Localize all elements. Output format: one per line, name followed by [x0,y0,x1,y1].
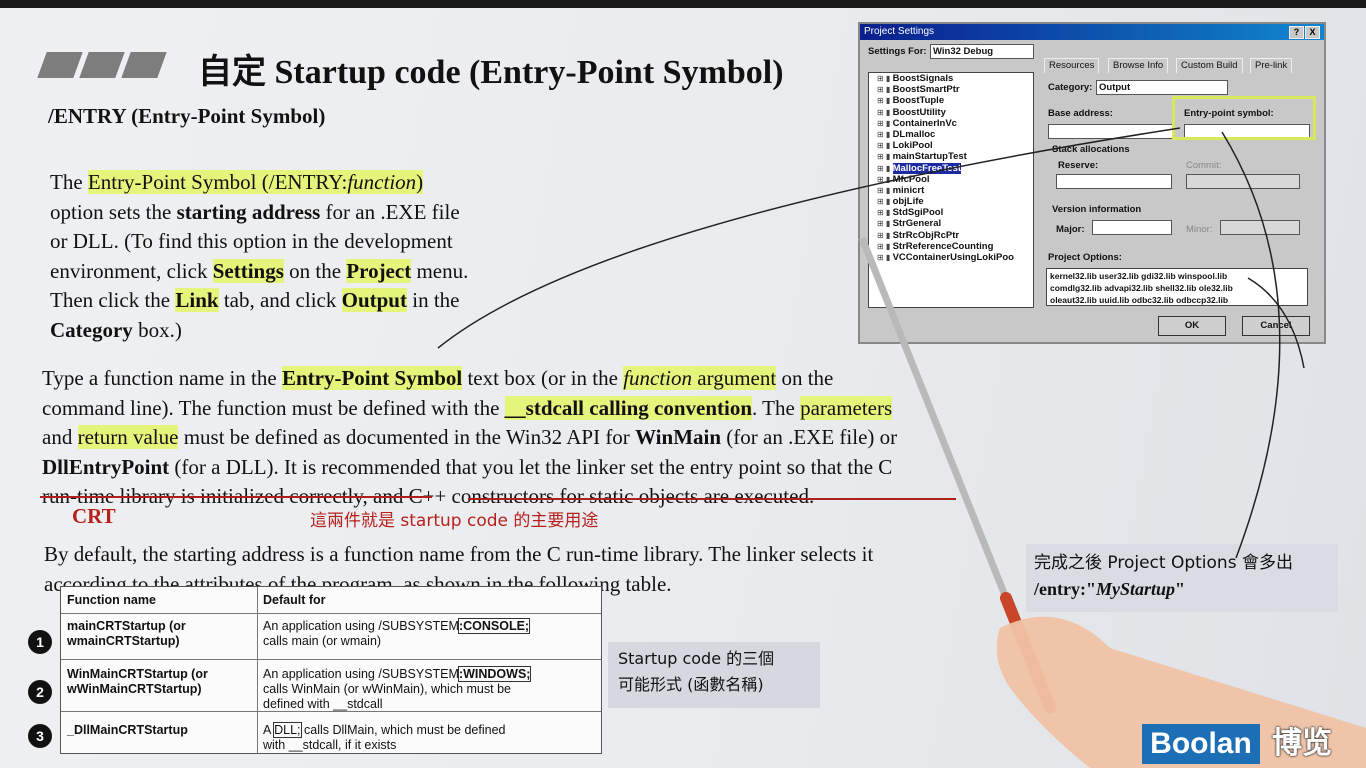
minor-input[interactable] [1220,220,1300,235]
tree-item[interactable]: MfcPool [869,174,1033,185]
tree-item-label: BoostUtility [892,106,946,118]
major-label: Major: [1056,224,1085,235]
base-address-input[interactable] [1048,124,1174,139]
reserve-label: Reserve: [1058,160,1099,171]
tab-pre-link[interactable]: Pre-link [1250,58,1293,73]
tree-item[interactable]: BoostSignals [869,73,1033,84]
tab-custom-build[interactable]: Custom Build [1176,58,1243,73]
tree-item-label: objLife [892,196,924,208]
underline-constructors [468,498,956,500]
ok-button[interactable]: OK [1158,316,1226,336]
tree-item-label: BoostSmartPtr [892,84,960,96]
row-number-badge-3: 3 [28,724,52,748]
underline-crt [40,496,432,498]
startup-function-table: Function name Default for mainCRTStartup… [60,586,602,754]
table-row-1-function: mainCRTStartup (or wmainCRTStartup) [67,619,186,648]
base-address-label: Base address: [1048,108,1113,119]
reserve-input[interactable] [1056,174,1172,189]
tree-item[interactable]: minicrt [869,185,1033,196]
note-three-forms: Startup code 的三個 可能形式 (函數名稱) [608,642,820,708]
tree-item-label: LokiPool [892,140,933,152]
column-header-function: Function name [67,593,156,607]
tree-item[interactable]: ContainerInVc [869,118,1033,129]
dialog-titlebar: Project Settings [860,24,1324,40]
tree-item-label: MfcPool [892,173,930,185]
pointer-handle [1000,592,1056,714]
tab-resources[interactable]: Resources [1044,58,1100,73]
table-row-3-default: A DLL; calls DllMain, which must be defi… [263,722,506,752]
tree-item-label: minicrt [892,184,925,196]
settings-for-select[interactable]: Win32 Debug [930,44,1034,59]
close-button[interactable]: X [1305,26,1320,39]
tree-item-label: StrReferenceCounting [892,240,994,252]
paragraph-function-requirements: Type a function name in the Entry-Point … [42,366,898,508]
commit-label: Commit: [1186,160,1222,171]
project-options-label: Project Options: [1048,252,1122,263]
tree-item[interactable]: StrRcObjRcPtr [869,230,1033,241]
minor-label: Minor: [1186,224,1213,235]
startup-code-purpose-note: 這兩件就是 startup code 的主要用途 [310,511,599,531]
tree-item[interactable]: VCContainerUsingLokiPoo [869,252,1033,263]
tree-item-label: ContainerInVc [892,117,957,129]
title-decoration [36,52,167,80]
tree-item[interactable]: mainStartupTest [869,151,1033,162]
row-number-badge-2: 2 [28,680,52,704]
tab-browse-info[interactable]: Browse Info [1108,58,1169,73]
tree-item-label: BoostSignals [892,73,954,84]
tree-item[interactable]: objLife [869,196,1033,207]
slide-title: 自定 Startup code (Entry-Point Symbol) [198,54,784,91]
major-input[interactable] [1092,220,1172,235]
tree-item[interactable]: BoostSmartPtr [869,84,1033,95]
row-number-badge-1: 1 [28,630,52,654]
stack-allocations-label: Stack allocations [1052,144,1130,155]
table-row-2-function: WinMainCRTStartup (or wWinMainCRTStartup) [67,667,208,696]
table-row-1-default: An application using /SUBSYSTEM:CONSOLE;… [263,618,531,648]
project-tree[interactable]: BoostSignalsBoostSmartPtrBoostTupleBoost… [868,72,1034,308]
tree-item[interactable]: BoostUtility [869,107,1033,118]
tree-item[interactable]: MallocFreeTest [869,162,1033,174]
table-row-2-default: An application using /SUBSYSTEM:WINDOWS;… [263,666,532,711]
paragraph-entry-description: The Entry-Point Symbol (/ENTRY:function)… [50,170,469,342]
slide: 自定 Startup code (Entry-Point Symbol) /EN… [0,8,1366,768]
tree-item[interactable]: BoostTuple [869,95,1033,106]
tree-item-label: BoostTuple [892,95,945,107]
boolan-logo: Boolan [1142,724,1260,764]
tree-item-label: mainStartupTest [892,151,967,163]
tree-item-label: StrGeneral [892,218,942,230]
column-header-default: Default for [263,593,326,607]
table-row-3-function: _DllMainCRTStartup [67,723,188,737]
category-select[interactable]: Output [1096,80,1228,95]
note-project-options: 完成之後 Project Options 會多出 /entry:"MyStart… [1026,544,1338,612]
settings-for-label: Settings For: [868,46,927,57]
tree-item[interactable]: StrReferenceCounting [869,241,1033,252]
version-information-label: Version information [1052,204,1142,215]
tree-item-label: VCContainerUsingLokiPoo [892,252,1014,263]
help-button[interactable]: ? [1289,26,1304,39]
category-label: Category: [1048,82,1093,93]
slide-subtitle: /ENTRY (Entry-Point Symbol) [48,104,326,128]
cancel-button[interactable]: Cancel [1242,316,1310,336]
tree-item-label: StdSgiPool [892,207,944,219]
boolan-logo-zh: 博览 [1272,726,1332,761]
project-settings-dialog: Project Settings ? X Settings For: Win32… [858,22,1326,344]
tree-item[interactable]: StdSgiPool [869,207,1033,218]
commit-input[interactable] [1186,174,1300,189]
tree-item-label: DLmalloc [892,128,936,140]
tree-item[interactable]: DLmalloc [869,129,1033,140]
tree-item-label: StrRcObjRcPtr [892,229,960,241]
tree-item-label: MallocFreeTest [892,162,962,174]
project-options-textbox[interactable]: kernel32.lib user32.lib gdi32.lib winspo… [1046,268,1308,306]
tree-item[interactable]: LokiPool [869,140,1033,151]
crt-label: CRT [72,504,116,528]
entry-point-highlight-box [1172,96,1316,140]
tree-item[interactable]: StrGeneral [869,218,1033,229]
